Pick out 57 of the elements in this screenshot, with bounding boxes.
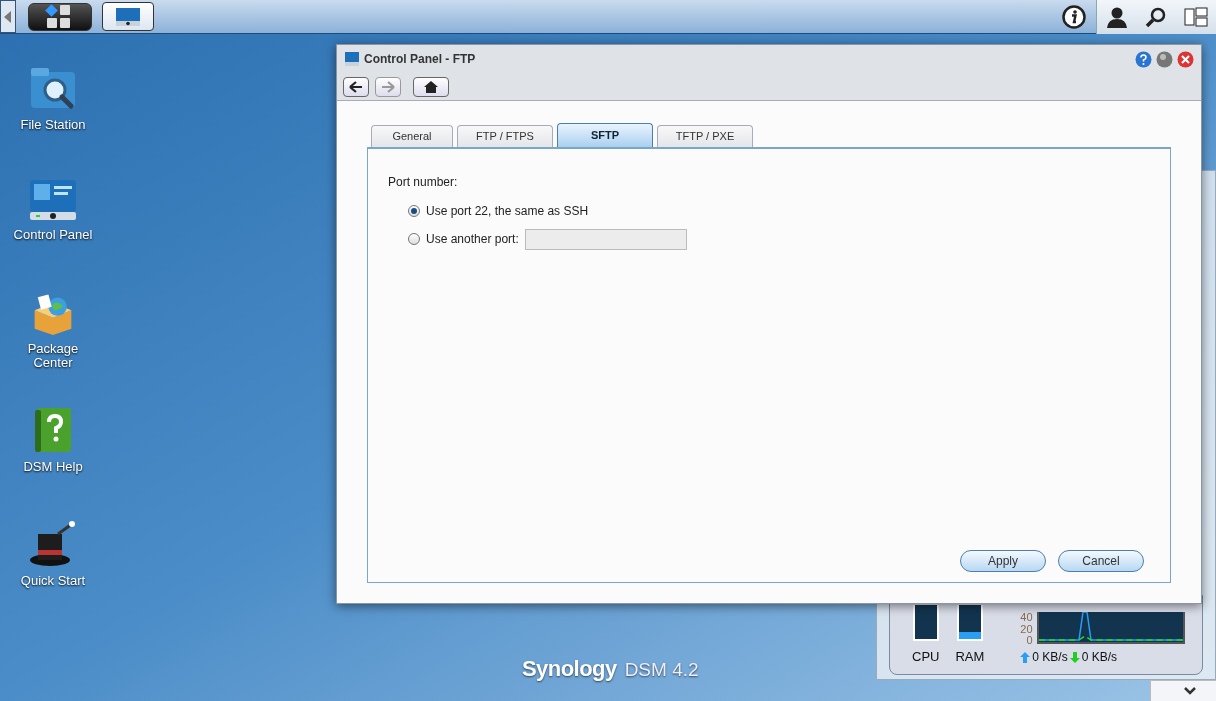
tab[interactable]: FTP / FTPS	[457, 125, 553, 147]
radio-label: Use another port:	[426, 231, 519, 248]
close-icon[interactable]	[1177, 50, 1194, 68]
dialog-button[interactable]: Cancel	[1058, 550, 1144, 572]
shortcut-label: Control Panel	[13, 228, 93, 242]
home-button[interactable]	[413, 76, 449, 97]
magic-hat-icon	[28, 520, 78, 568]
control-panel-icon	[28, 178, 78, 222]
desktop-shortcut[interactable]: File Station	[0, 64, 106, 142]
shortcut-label: Package Center	[26, 342, 80, 370]
desktop-shortcut[interactable]: Quick Start	[0, 520, 106, 598]
control-panel-icon	[115, 6, 141, 27]
help-icon[interactable]	[1135, 50, 1152, 68]
caret-icon	[4, 10, 12, 23]
forward-button[interactable]	[375, 76, 401, 97]
shortcut-label: File Station	[19, 118, 87, 132]
right-arrow-icon	[381, 80, 395, 93]
expand-tab[interactable]	[1150, 680, 1216, 701]
radio-label: Use port 22, the same as SSH	[426, 203, 589, 220]
info-icon[interactable]	[1062, 4, 1086, 29]
home-icon	[423, 79, 439, 94]
control-panel-icon	[344, 51, 360, 67]
main-menu-button[interactable]	[28, 2, 92, 31]
download-speed: 0 KB/s	[1081, 649, 1118, 666]
meter-label: CPU	[912, 647, 940, 666]
collapse-button[interactable]	[0, 0, 16, 33]
tab[interactable]: TFTP / PXE	[657, 125, 753, 147]
tab[interactable]: General	[371, 125, 453, 147]
upload-speed: 0 KB/s	[1032, 649, 1068, 666]
product-version: DSM 4.2	[624, 658, 699, 682]
radio-button[interactable]	[408, 233, 420, 245]
up-arrow-icon	[1020, 651, 1031, 663]
shortcut-label: Quick Start	[19, 574, 87, 588]
axis-tick-label: 0	[1026, 635, 1033, 646]
minimize-icon[interactable]	[1156, 50, 1173, 68]
axis-tick-label: 40	[1020, 612, 1033, 623]
taskbar-app-button[interactable]	[102, 2, 154, 31]
widgets-icon[interactable]	[1183, 6, 1208, 27]
radio-button[interactable]	[408, 205, 420, 217]
meter-label: RAM	[955, 647, 985, 666]
window-title: Control Panel - FTP	[364, 51, 476, 68]
desktop-shortcut[interactable]: DSM Help	[0, 406, 106, 484]
shortcut-label: DSM Help	[22, 460, 84, 474]
tab[interactable]: SFTP	[557, 123, 653, 147]
back-button[interactable]	[343, 76, 369, 97]
left-arrow-icon	[349, 80, 363, 93]
dialog-button[interactable]: Apply	[960, 550, 1046, 572]
user-icon[interactable]	[1105, 5, 1128, 28]
search-icon[interactable]	[1144, 5, 1167, 28]
desktop-shortcut[interactable]: Control Panel	[0, 178, 106, 256]
section-label: Port number:	[388, 174, 459, 191]
chevron-down-icon	[1184, 687, 1196, 695]
meter-track	[912, 604, 939, 641]
desktop-shortcut[interactable]: Package Center	[0, 292, 106, 370]
down-arrow-icon	[1069, 651, 1080, 663]
brand-name: Synology	[522, 655, 617, 683]
axis-tick-label: 20	[1020, 623, 1033, 635]
